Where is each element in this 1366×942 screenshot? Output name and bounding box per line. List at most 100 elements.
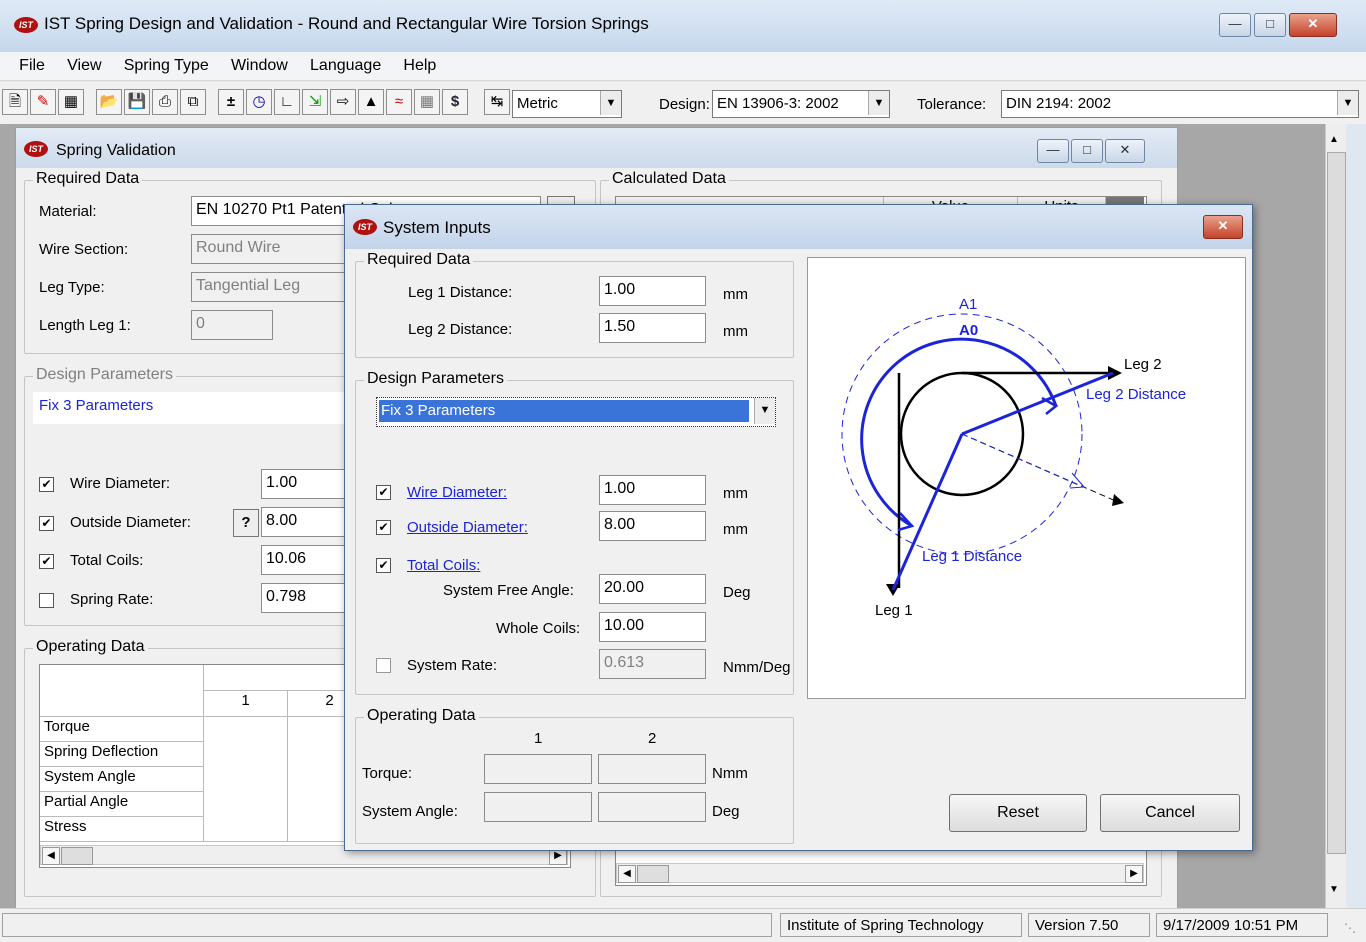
wire-diameter-checkbox[interactable]: ✔ — [39, 477, 54, 492]
chevron-down-icon[interactable]: ▼ — [600, 91, 621, 115]
leg2-distance-field[interactable]: 1.50 — [599, 313, 706, 343]
free-angle-field[interactable]: 20.00 — [599, 574, 706, 604]
chart-icon[interactable]: ⇲ — [302, 89, 328, 115]
chevron-down-icon[interactable]: ▼ — [868, 91, 889, 115]
tolerance-standard-select[interactable]: DIN 2194: 2002 ▼ — [1001, 90, 1359, 118]
torque-field-1[interactable] — [484, 754, 592, 784]
minimize-button[interactable]: — — [1219, 13, 1251, 37]
design-standard-select[interactable]: EN 13906-3: 2002 ▼ — [712, 90, 890, 118]
total-coils-field[interactable]: 10.06 — [261, 545, 353, 575]
scroll-left-icon[interactable]: ◀ — [42, 847, 60, 865]
menu-language[interactable]: Language — [301, 52, 390, 80]
whole-coils-field[interactable]: 10.00 — [599, 612, 706, 642]
outside-diameter-help-button[interactable]: ? — [233, 509, 259, 537]
tolerance-label: Tolerance: — [917, 96, 987, 113]
leg-type-field[interactable]: Tangential Leg — [191, 272, 351, 302]
chevron-down-icon[interactable]: ▼ — [754, 398, 775, 424]
close-button[interactable]: ✕ — [1289, 13, 1337, 37]
torque-field-2[interactable] — [598, 754, 706, 784]
wire-section-field[interactable]: Round Wire — [191, 234, 351, 264]
dialog-title-bar: IST System Inputs ✕ — [345, 205, 1252, 249]
child-minimize-button[interactable]: — — [1037, 139, 1069, 163]
dialog-design-mode-select[interactable]: Fix 3 Parameters ▼ — [376, 397, 776, 427]
system-rate-field[interactable]: 0.613 — [599, 649, 706, 679]
system-angle-field-2[interactable] — [598, 792, 706, 822]
scroll-thumb[interactable] — [637, 865, 669, 883]
dollar-icon[interactable]: $ — [442, 89, 468, 115]
dialog-wire-diameter-field[interactable]: 1.00 — [599, 475, 706, 505]
calc-horizontal-scrollbar[interactable]: ◀ ▶ — [616, 863, 1144, 883]
chevron-down-icon[interactable]: ▼ — [1337, 91, 1358, 115]
menu-spring-type[interactable]: Spring Type — [115, 52, 218, 80]
new-icon[interactable]: 🗎 — [2, 89, 28, 115]
arrow-icon[interactable]: ⇨ — [330, 89, 356, 115]
validation-title-bar: IST Spring Validation — □ ✕ — [16, 128, 1177, 168]
design-mode-field[interactable]: Fix 3 Parameters — [33, 392, 353, 424]
dialog-wire-diameter-label[interactable]: Wire Diameter: — [407, 484, 507, 501]
spring-rate-checkbox[interactable] — [39, 593, 54, 608]
tolerance-icon[interactable]: ± — [218, 89, 244, 115]
grid-icon[interactable]: ▦ — [414, 89, 440, 115]
open-icon[interactable]: 📂 — [96, 89, 122, 115]
graph-icon[interactable]: ∟ — [274, 89, 300, 115]
menu-view[interactable]: View — [58, 52, 110, 80]
app-logo-icon: IST — [353, 219, 377, 235]
system-angle-unit: Deg — [712, 803, 740, 820]
system-rate-checkbox[interactable] — [376, 658, 391, 673]
units-select[interactable]: Metric ▼ — [512, 90, 622, 118]
dialog-wire-diameter-checkbox[interactable]: ✔ — [376, 485, 391, 500]
print-icon[interactable]: ⎙ — [152, 89, 178, 115]
dialog-outside-diameter-field[interactable]: 8.00 — [599, 511, 706, 541]
save-icon[interactable]: 💾 — [124, 89, 150, 115]
wire-diameter-field[interactable]: 1.00 — [261, 469, 353, 499]
table-corner — [40, 665, 204, 717]
scroll-left-icon[interactable]: ◀ — [618, 865, 636, 883]
menu-help[interactable]: Help — [394, 52, 445, 80]
dialog-required-data-group: Required Data Leg 1 Distance: 1.00 mm Le… — [355, 251, 794, 358]
resize-grip-icon[interactable]: ⋱ — [1344, 921, 1356, 935]
dialog-close-button[interactable]: ✕ — [1203, 215, 1243, 239]
torque-label: Torque: — [362, 765, 413, 782]
spring-rate-field[interactable]: 0.798 — [261, 583, 353, 613]
dialog-total-coils-checkbox[interactable]: ✔ — [376, 558, 391, 573]
leg1-distance-field[interactable]: 1.00 — [599, 276, 706, 306]
reset-button[interactable]: Reset — [949, 794, 1087, 832]
table-cells-col1[interactable] — [204, 717, 288, 842]
total-coils-checkbox[interactable]: ✔ — [39, 554, 54, 569]
table-col-1: 1 — [204, 691, 288, 717]
dialog-total-coils-label[interactable]: Total Coils: — [407, 557, 480, 574]
scroll-up-icon[interactable]: ▲ — [1329, 134, 1339, 145]
scroll-thumb[interactable] — [61, 847, 93, 865]
units-icon[interactable]: ↹ — [484, 89, 510, 115]
status-message-cell — [2, 913, 772, 937]
table-row: Spring Deflection — [40, 742, 204, 767]
system-angle-label: System Angle: — [362, 803, 458, 820]
dialog-outside-diameter-label[interactable]: Outside Diameter: — [407, 519, 528, 536]
scroll-thumb[interactable] — [1327, 152, 1346, 854]
system-rate-unit: Nmm/Deg — [723, 659, 791, 676]
menu-file[interactable]: File — [10, 52, 54, 80]
length-leg1-field[interactable]: 0 — [191, 310, 273, 340]
wire-section-label: Wire Section: — [39, 241, 129, 258]
units-value: Metric — [517, 95, 558, 112]
maximize-button[interactable]: □ — [1254, 13, 1286, 37]
child-close-button[interactable]: ✕ — [1105, 139, 1145, 163]
cancel-button[interactable]: Cancel — [1100, 794, 1240, 832]
outside-diameter-field[interactable]: 8.00 — [261, 507, 353, 537]
print-preview-icon[interactable]: ▦ — [58, 89, 84, 115]
scroll-down-icon[interactable]: ▼ — [1329, 884, 1339, 895]
copy-icon[interactable]: ⧉ — [180, 89, 206, 115]
scroll-right-icon[interactable]: ▶ — [1125, 865, 1143, 883]
edit-icon[interactable]: ✎ — [30, 89, 56, 115]
warning-icon[interactable]: ▲ — [358, 89, 384, 115]
clock-icon[interactable]: ◷ — [246, 89, 272, 115]
dialog-outside-diameter-checkbox[interactable]: ✔ — [376, 520, 391, 535]
outside-diameter-label: Outside Diameter: — [70, 514, 191, 531]
vertical-scrollbar[interactable]: ▲ ▼ — [1325, 124, 1346, 908]
menu-window[interactable]: Window — [222, 52, 297, 80]
spring-icon[interactable]: ≈ — [386, 89, 412, 115]
whole-coils-label: Whole Coils: — [496, 620, 581, 637]
outside-diameter-checkbox[interactable]: ✔ — [39, 516, 54, 531]
system-angle-field-1[interactable] — [484, 792, 592, 822]
child-maximize-button[interactable]: □ — [1071, 139, 1103, 163]
